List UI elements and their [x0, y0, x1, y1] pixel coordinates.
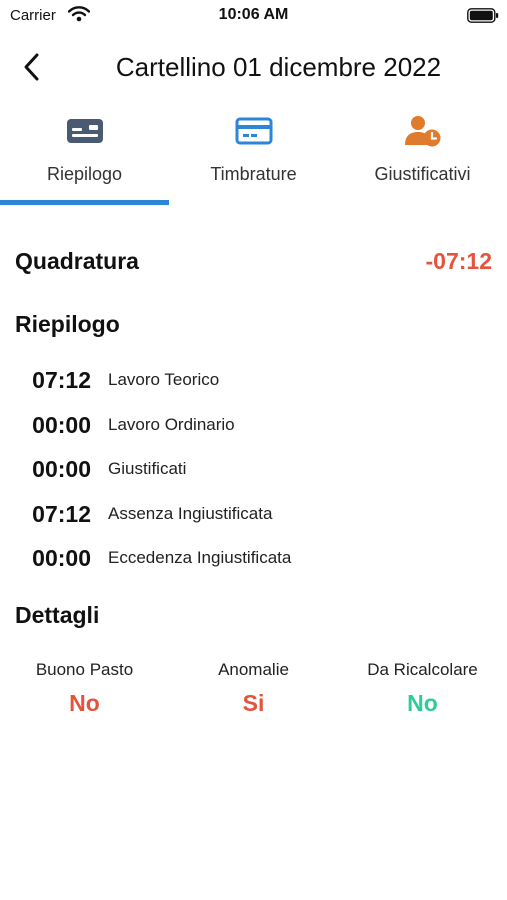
dettagli-title: Dettagli [15, 602, 100, 628]
details-grid: Buono Pasto No Anomalie Si Da Ricalcolar… [0, 660, 507, 730]
detail-label: Da Ricalcolare [367, 660, 478, 679]
quadratura-value: -07:12 [425, 248, 492, 274]
detail-label: Buono Pasto [35, 660, 134, 679]
tab-label: Giustificativi [374, 164, 471, 184]
summary-row: 00:00 Eccedenza Ingiustificata [15, 543, 495, 575]
page-title: Cartellino 01 dicembre 2022 [115, 52, 442, 82]
tab-label: Timbrature [210, 164, 297, 184]
person-clock-icon [404, 116, 440, 147]
summary-time: 00:00 [32, 412, 91, 438]
tab-riepilogo[interactable]: Riepilogo [0, 110, 169, 208]
detail-value: Si [242, 690, 265, 716]
chevron-left-icon[interactable] [18, 50, 46, 84]
summary-time: 07:12 [32, 367, 91, 393]
status-bar: Carrier 10:06 AM [0, 0, 507, 32]
tab-selected-indicator [0, 200, 169, 205]
tab-giustificativi[interactable]: Giustificativi [338, 110, 507, 208]
nav-bar: Cartellino 01 dicembre 2022 [0, 40, 507, 96]
summary-row: 07:12 Lavoro Teorico [15, 365, 495, 397]
summary-time: 00:00 [32, 456, 91, 482]
id-card-icon [66, 119, 103, 143]
riepilogo-title: Riepilogo [15, 311, 120, 337]
credit-card-icon [235, 117, 272, 145]
summary-time: 00:00 [32, 545, 91, 571]
summary-label: Giustificati [108, 459, 187, 478]
summary-row: 00:00 Giustificati [15, 454, 495, 486]
summary-label: Assenza Ingiustificata [108, 504, 273, 523]
tab-timbrature[interactable]: Timbrature [169, 110, 338, 208]
detail-da-ricalcolare: Da Ricalcolare No [338, 660, 507, 717]
detail-anomalie: Anomalie Si [169, 660, 338, 717]
detail-buono-pasto: Buono Pasto No [0, 660, 169, 717]
battery-icon [467, 8, 499, 23]
quadratura-label: Quadratura [15, 248, 139, 274]
summary-label: Eccedenza Ingiustificata [108, 548, 292, 567]
detail-label: Anomalie [218, 660, 289, 679]
summary-row: 00:00 Lavoro Ordinario [15, 410, 495, 442]
detail-value: No [69, 690, 100, 716]
quadratura-row: Quadratura -07:12 [15, 248, 492, 278]
summary-row: 07:12 Assenza Ingiustificata [15, 499, 495, 531]
detail-value: No [407, 690, 438, 716]
tab-label: Riepilogo [46, 164, 123, 184]
clock: 10:06 AM [218, 6, 289, 23]
summary-time: 07:12 [32, 501, 91, 527]
summary-label: Lavoro Ordinario [108, 415, 235, 434]
tab-bar: Riepilogo Timbrature Giustificativi [0, 110, 507, 208]
summary-label: Lavoro Teorico [108, 370, 220, 389]
